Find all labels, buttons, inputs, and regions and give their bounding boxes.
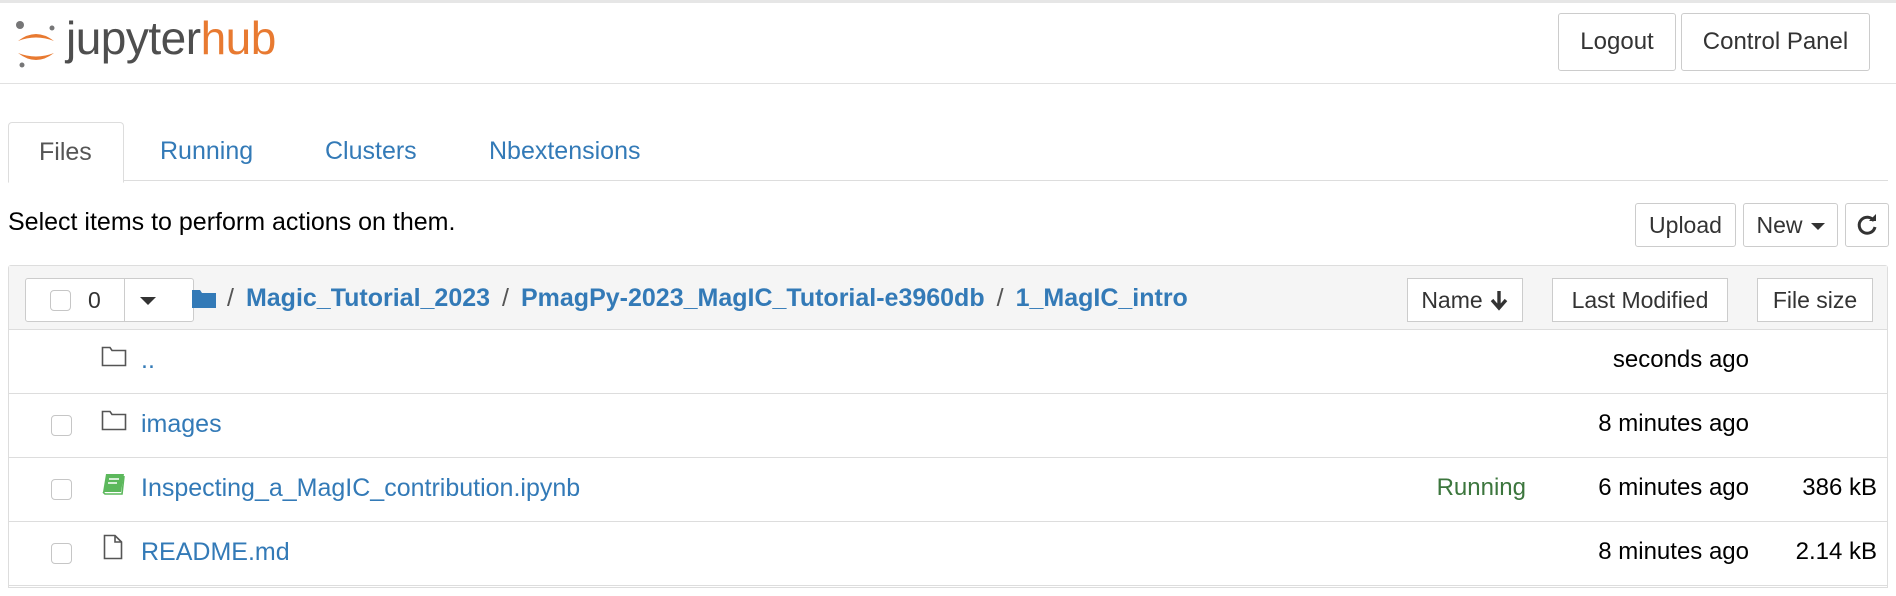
file-list: 0 / Magic_Tutorial_2023 / PmagPy-2023_Ma…	[8, 265, 1888, 588]
breadcrumb-link-magic-intro[interactable]: 1_MagIC_intro	[1016, 284, 1188, 313]
sort-name-label: Name	[1421, 286, 1483, 313]
logo-text-jupyter: jupyter	[66, 12, 201, 64]
refresh-button[interactable]	[1845, 203, 1889, 247]
list-item-notebook[interactable]: Inspecting_a_MagIC_contribution.ipynb Ru…	[9, 458, 1887, 522]
breadcrumb-link-pmagpy-tutorial[interactable]: PmagPy-2023_MagIC_Tutorial-e3960db	[521, 284, 985, 313]
file-name-link[interactable]: images	[141, 410, 222, 439]
refresh-icon	[1857, 214, 1877, 235]
new-dropdown-button[interactable]: New	[1743, 203, 1838, 247]
row-checkbox[interactable]	[51, 415, 72, 436]
modified-time: 8 minutes ago	[1598, 538, 1749, 565]
selected-count: 0	[88, 287, 101, 313]
file-name-link[interactable]: Inspecting_a_MagIC_contribution.ipynb	[141, 474, 580, 503]
sort-last-modified-button[interactable]: Last Modified	[1552, 278, 1728, 322]
select-all-checkbox[interactable]	[50, 290, 71, 311]
tab-nbextensions[interactable]: Nbextensions	[459, 122, 670, 180]
row-checkbox[interactable]	[51, 543, 72, 564]
upload-button[interactable]: Upload	[1635, 203, 1736, 247]
file-name-link[interactable]: README.md	[141, 538, 290, 567]
file-list-header: 0 / Magic_Tutorial_2023 / PmagPy-2023_Ma…	[9, 266, 1887, 330]
breadcrumb: / Magic_Tutorial_2023 / PmagPy-2023_MagI…	[191, 282, 1188, 314]
select-all-group[interactable]: 0	[25, 278, 194, 322]
notebook-icon	[102, 474, 125, 495]
tab-files[interactable]: Files	[8, 122, 124, 183]
row-checkbox[interactable]	[51, 479, 72, 500]
file-name-link[interactable]: ..	[141, 346, 155, 375]
modified-time: seconds ago	[1612, 346, 1749, 373]
header-bar: jupyterhub Logout Control Panel	[0, 3, 1896, 84]
new-label: New	[1756, 211, 1803, 238]
sort-file-size-button[interactable]: File size	[1757, 278, 1873, 322]
sort-name-button[interactable]: Name	[1407, 278, 1523, 322]
control-panel-button[interactable]: Control Panel	[1681, 13, 1870, 71]
list-item-readme[interactable]: README.md 8 minutes ago 2.14 kB	[9, 522, 1887, 586]
caret-down-icon	[1810, 222, 1825, 230]
tab-bar: Files Running Clusters Nbextensions	[8, 120, 1888, 183]
folder-outline-icon	[101, 410, 127, 431]
selection-hint: Select items to perform actions on them.	[8, 208, 456, 236]
breadcrumb-link-magic-tutorial[interactable]: Magic_Tutorial_2023	[246, 284, 490, 313]
modified-time: 8 minutes ago	[1598, 410, 1749, 437]
logo-wordmark: jupyterhub	[66, 15, 276, 61]
tab-running[interactable]: Running	[130, 122, 283, 180]
select-divider	[124, 279, 125, 321]
modified-time: 6 minutes ago	[1598, 474, 1749, 501]
jupyterhub-logo[interactable]: jupyterhub	[14, 15, 276, 75]
file-size: 386 kB	[1802, 474, 1877, 501]
breadcrumb-separator: /	[502, 283, 509, 312]
folder-outline-icon	[101, 346, 127, 367]
logo-text-hub: hub	[200, 12, 277, 64]
running-status: Running	[1436, 474, 1526, 501]
breadcrumb-separator: /	[227, 283, 234, 312]
file-outline-icon	[103, 534, 123, 560]
file-size: 2.14 kB	[1795, 538, 1877, 565]
arrow-down-icon	[1490, 291, 1507, 311]
breadcrumb-separator: /	[996, 283, 1004, 312]
folder-icon[interactable]	[191, 287, 217, 309]
list-item-images[interactable]: images 8 minutes ago	[9, 394, 1887, 458]
tab-clusters[interactable]: Clusters	[295, 122, 447, 180]
select-dropdown-caret-icon[interactable]	[140, 297, 156, 305]
list-item-parent-dir[interactable]: .. seconds ago	[9, 330, 1887, 394]
logout-button[interactable]: Logout	[1558, 13, 1676, 71]
jupyter-logo-icon	[16, 21, 55, 68]
